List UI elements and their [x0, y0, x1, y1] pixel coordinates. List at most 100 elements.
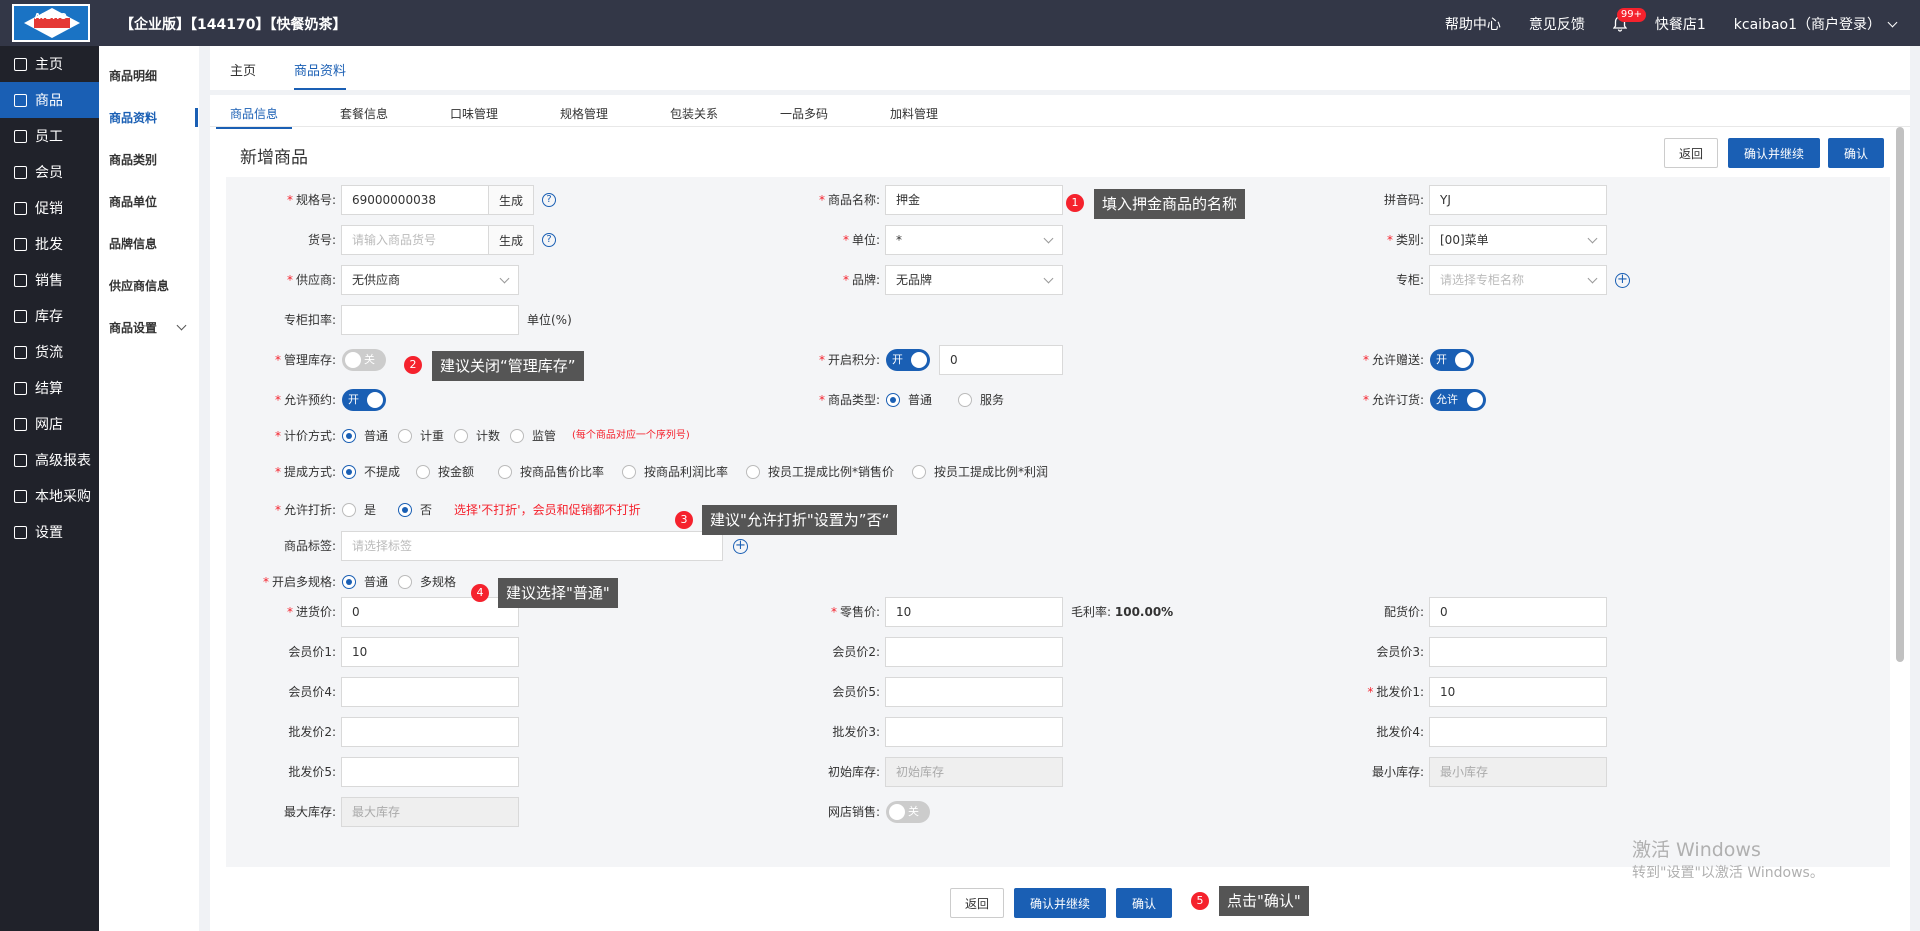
vip5-input[interactable] [885, 677, 1063, 707]
sidebar-item-wholesale[interactable]: 批发 [0, 226, 99, 262]
ws3-input[interactable] [885, 717, 1063, 747]
store-name[interactable]: 快餐店1 [1655, 14, 1706, 34]
subtab-combo-info[interactable]: 套餐信息 [340, 105, 388, 122]
sidebar-item-settle[interactable]: 结算 [0, 370, 99, 406]
sidebar-item-home[interactable]: 主页 [0, 46, 99, 82]
sidebar-item-promo[interactable]: 促销 [0, 190, 99, 226]
ws4-input[interactable] [1429, 717, 1607, 747]
retail-price-input[interactable]: 10 [885, 597, 1063, 627]
footer-back-button[interactable]: 返回 [950, 888, 1004, 918]
subnav-goods-info[interactable]: 商品资料 [99, 96, 199, 138]
ws1-input[interactable]: 10 [1429, 677, 1607, 707]
points-toggle[interactable]: 开 [886, 349, 930, 371]
barcode-input[interactable]: 69000000038 [341, 185, 489, 215]
allow-reserve-label: * 允许预约: [274, 393, 336, 407]
barcode-generate-button[interactable]: 生成 [488, 185, 534, 215]
commission-radio-staff-price[interactable]: 按员工提成比例*销售价 [746, 457, 894, 487]
multi-spec-radio-multi[interactable]: 多规格 [398, 567, 456, 597]
supplier-select[interactable]: 无供应商 [341, 265, 519, 295]
subtab-package[interactable]: 包装关系 [670, 105, 718, 122]
sidebar-item-settings[interactable]: 设置 [0, 514, 99, 550]
tip-1: 填入押金商品的名称 [1094, 189, 1246, 219]
subtab-multicode[interactable]: 一品多码 [780, 105, 828, 122]
add-counter-icon[interactable]: + [1615, 273, 1630, 288]
discount-radio-no[interactable]: 否 [398, 495, 432, 525]
allow-gift-toggle[interactable]: 开 [1430, 349, 1474, 371]
sidebar-item-label: 本地采购 [35, 489, 91, 505]
sidebar-item-report[interactable]: 高级报表 [0, 442, 99, 478]
vip2-input[interactable] [885, 637, 1063, 667]
pricing-radio-count[interactable]: 计数 [454, 421, 500, 451]
online-sale-toggle[interactable]: 关 [886, 801, 930, 823]
user-menu[interactable]: kcaibao1（商户登录） [1734, 14, 1898, 34]
sidebar-item-purchase[interactable]: 本地采购 [0, 478, 99, 514]
pricing-radio-regulated[interactable]: 监管 [510, 421, 556, 451]
subtab-spec[interactable]: 规格管理 [560, 105, 608, 122]
pinyin-input[interactable]: YJ [1429, 185, 1607, 215]
confirm-continue-button[interactable]: 确认并继续 [1728, 138, 1820, 168]
vip3-input[interactable] [1429, 637, 1607, 667]
allow-order-toggle[interactable]: 允许 [1430, 389, 1486, 411]
multi-spec-radio-normal[interactable]: 普通 [342, 567, 388, 597]
type-radio-service[interactable]: 服务 [958, 385, 1004, 415]
confirm-button[interactable]: 确认 [1828, 138, 1884, 168]
back-button[interactable]: 返回 [1664, 138, 1718, 168]
type-radio-normal[interactable]: 普通 [886, 385, 932, 415]
vip4-input[interactable] [341, 677, 519, 707]
unit-select[interactable]: * [885, 225, 1063, 255]
sidebar-item-shop[interactable]: 网店 [0, 406, 99, 442]
sidebar-item-staff[interactable]: 员工 [0, 118, 99, 154]
subtab-goods-info[interactable]: 商品信息 [215, 105, 293, 129]
goods-form: * 规格号: 69000000038 生成 ? * 商品名称: 押金 拼音码: YJ… [226, 177, 1890, 867]
tags-input[interactable]: 请选择标签 [341, 531, 723, 561]
help-icon[interactable]: ? [542, 233, 556, 247]
scrollbar[interactable] [1896, 127, 1904, 662]
brand-select[interactable]: 无品牌 [885, 265, 1063, 295]
ws2-input[interactable] [341, 717, 519, 747]
commission-radio-none[interactable]: 不提成 [342, 457, 400, 487]
ws5-input[interactable] [341, 757, 519, 787]
sidebar-item-sales[interactable]: 销售 [0, 262, 99, 298]
feedback-link[interactable]: 意见反馈 [1529, 14, 1585, 34]
type-label: * 商品类型: [818, 393, 880, 407]
unit-label: * 单位: [842, 233, 880, 247]
vip1-input[interactable]: 10 [341, 637, 519, 667]
counter-rate-input[interactable] [341, 305, 519, 335]
sidebar-item-label: 设置 [35, 525, 63, 541]
pricing-radio-weight[interactable]: 计重 [398, 421, 444, 451]
tab-goods-info[interactable]: 商品资料 [294, 60, 347, 90]
sidebar-item-member[interactable]: 会员 [0, 154, 99, 190]
aibao-logo[interactable]: AIBAO [12, 4, 90, 42]
app-title: 【企业版】【144170】【快餐奶茶】 [120, 17, 347, 33]
sidebar-item-flow[interactable]: 货流 [0, 334, 99, 370]
points-input[interactable]: 0 [939, 345, 1063, 375]
help-center-link[interactable]: 帮助中心 [1445, 14, 1501, 34]
subnav-goods-detail[interactable]: 商品明细 [99, 54, 199, 96]
commission-radio-amount[interactable]: 按金额 [416, 457, 474, 487]
bell-icon[interactable]: 99+ [1612, 8, 1646, 32]
help-icon[interactable]: ? [542, 193, 556, 207]
subnav-goods-category[interactable]: 商品类别 [99, 138, 199, 180]
subtab-flavor[interactable]: 口味管理 [450, 105, 498, 122]
goods-name-input[interactable]: 押金 [885, 185, 1063, 215]
itemno-input[interactable]: 请输入商品货号 [341, 225, 489, 255]
sidebar-item-stock[interactable]: 库存 [0, 298, 99, 334]
discount-radio-yes[interactable]: 是 [342, 495, 376, 525]
itemno-generate-button[interactable]: 生成 [488, 225, 534, 255]
cost-price-input[interactable]: 0 [341, 597, 519, 627]
dist-price-input[interactable]: 0 [1429, 597, 1607, 627]
tab-home[interactable]: 主页 [230, 60, 256, 79]
category-select[interactable]: [00]菜单 [1429, 225, 1607, 255]
footer-confirm-button[interactable]: 确认 [1116, 888, 1172, 918]
commission-radio-price-rate[interactable]: 按商品售价比率 [498, 457, 604, 487]
counter-select[interactable]: 请选择专柜名称 [1429, 265, 1607, 295]
subtab-addon[interactable]: 加料管理 [890, 105, 938, 122]
footer-confirm-continue-button[interactable]: 确认并继续 [1014, 888, 1106, 918]
manage-stock-toggle[interactable]: 关 [342, 349, 386, 371]
commission-radio-profit-rate[interactable]: 按商品利润比率 [622, 457, 728, 487]
commission-radio-staff-profit[interactable]: 按员工提成比例*利润 [912, 457, 1048, 487]
add-tag-icon[interactable]: + [733, 539, 748, 554]
sidebar-item-goods[interactable]: 商品 [0, 82, 99, 118]
allow-reserve-toggle[interactable]: 开 [342, 389, 386, 411]
pricing-radio-normal[interactable]: 普通 [342, 421, 388, 451]
